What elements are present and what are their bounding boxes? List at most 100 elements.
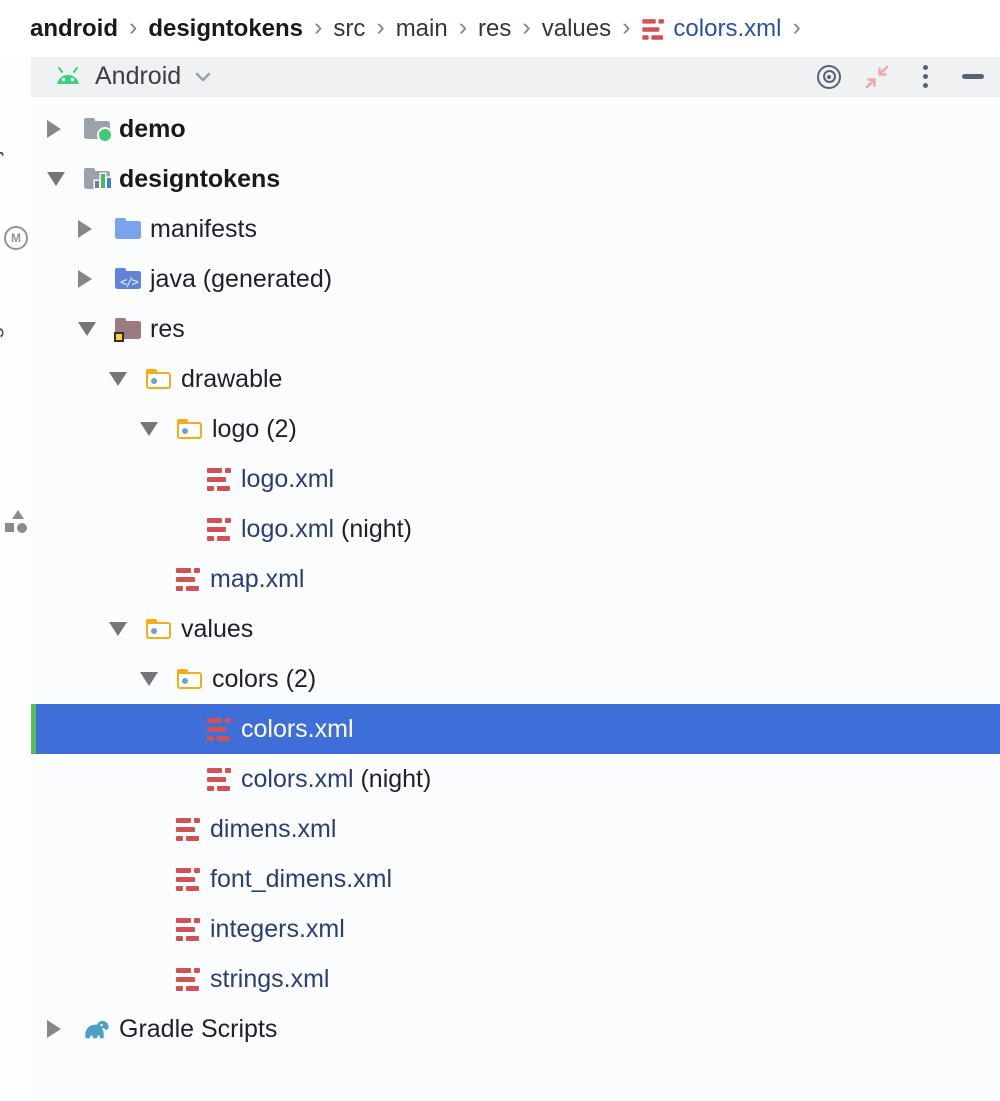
tree-row-label: colors.xml [241,765,354,794]
xml-file-icon [207,767,233,791]
resource-manager-icon[interactable] [5,510,28,533]
xml-file-icon [176,967,202,991]
tree-row[interactable]: colors (2) [31,654,1000,704]
breadcrumb-item[interactable]: src [333,15,365,43]
tree-row[interactable]: values [31,604,1000,654]
collapse-toggle-icon[interactable] [140,422,176,436]
tree-row[interactable]: map.xml [31,554,1000,604]
tree-row-label: manifests [150,215,257,244]
tree-row-label: drawable [181,365,282,394]
tool-stripe-tab-project[interactable]: 1: Project [0,117,5,220]
tree-row[interactable]: demo [31,104,1000,154]
yellow-folder-icon [145,617,173,641]
tree-row[interactable]: logo (2) [31,404,1000,454]
m-circle-icon[interactable]: M [4,226,28,250]
breadcrumb-separator: › [314,13,322,42]
breadcrumb: android › designtokens › src › main › res › values… [0,0,1000,57]
gradle-icon [83,1017,111,1041]
tree-row[interactable]: </>java (generated) [31,254,1000,304]
tree-row-label: demo [119,115,186,144]
breadcrumb-item[interactable]: main [396,15,448,43]
xml-file-icon [176,867,202,891]
tool-window-header-actions [816,64,986,90]
module-folder-icon [83,167,111,191]
tree-row-label: logo.xml [241,515,334,544]
android-logo-icon [53,67,83,86]
collapse-toggle-icon[interactable] [109,372,145,386]
breadcrumb-item-label: designtokens [148,15,303,43]
tree-row-label: Gradle Scripts [119,1015,277,1044]
android-module-folder-icon [83,117,111,141]
xml-file-icon [176,567,202,591]
tree-row[interactable]: manifests [31,204,1000,254]
breadcrumb-item-label: colors.xml [673,15,781,43]
project-tree: demo designtokens manifests </>java (genera… [31,97,1000,1101]
xml-file-icon [176,817,202,841]
tree-row[interactable]: strings.xml [31,954,1000,1004]
xml-file-icon [207,467,233,491]
chevron-down-icon[interactable] [195,72,211,82]
expand-toggle-icon[interactable] [47,120,83,138]
tree-row-selected[interactable]: colors.xml [31,704,1000,754]
expand-toggle-icon[interactable] [47,1020,83,1038]
expand-toggle-icon[interactable] [78,270,114,288]
expand-toggle-icon[interactable] [78,220,114,238]
android-studio-project-panel: android › designtokens › src › main › res › values… [0,0,1000,1101]
more-options-icon[interactable] [912,64,938,90]
collapse-toggle-icon[interactable] [78,322,114,336]
breadcrumb-separator: › [522,13,530,42]
breadcrumb-separator: › [459,13,467,42]
view-selector-label[interactable]: Android [95,62,181,91]
tree-row-label: logo.xml [241,465,334,494]
tree-row-label: colors (2) [212,665,316,694]
square-shape [5,523,14,532]
xml-file-icon [643,18,666,40]
m-circle-letter: M [11,231,21,245]
tree-row-label: values [181,615,253,644]
breadcrumb-item-file[interactable]: colors.xml [641,15,781,43]
tree-row[interactable]: designtokens [31,154,1000,204]
tree-row[interactable]: logo.xml (night) [31,504,1000,554]
tree-row-label: res [150,315,185,344]
breadcrumb-item-label: main [396,15,448,43]
breadcrumb-item-label: android [30,15,118,43]
tree-row[interactable]: logo.xml [31,454,1000,504]
breadcrumb-item-label: values [542,15,611,43]
tool-stripe-tab-resource-manager[interactable]: Resource Manager [0,304,5,507]
breadcrumb-item[interactable]: values [542,15,611,43]
tool-stripe-tab-resource-manager-label: Resource Manager [0,304,4,507]
tool-window-header: Android [31,57,1000,97]
tree-row-label: logo (2) [212,415,297,444]
breadcrumb-separator: › [376,13,384,42]
breadcrumb-item[interactable]: designtokens [148,15,303,43]
collapse-toggle-icon[interactable] [47,172,83,186]
collapse-toggle-icon[interactable] [140,672,176,686]
tree-row[interactable]: font_dimens.xml [31,854,1000,904]
locate-icon[interactable] [816,64,842,90]
tree-row-label: map.xml [210,565,304,594]
tree-row[interactable]: integers.xml [31,904,1000,954]
collapse-icon[interactable] [864,64,890,90]
circle-shape [17,523,27,533]
tree-row[interactable]: colors.xml (night) [31,754,1000,804]
breadcrumb-separator: › [622,13,630,42]
breadcrumb-item[interactable]: res [478,15,511,43]
tree-row-label: dimens.xml [210,815,336,844]
tree-row-label: integers.xml [210,915,345,944]
yellow-folder-icon [176,417,204,441]
tree-row[interactable]: dimens.xml [31,804,1000,854]
tree-row-label: colors.xml [241,715,354,744]
xml-file-icon [207,717,233,741]
tree-row[interactable]: Gradle Scripts [31,1004,1000,1054]
breadcrumb-item-label: res [478,15,511,43]
res-folder-icon [114,317,142,341]
hide-icon[interactable] [960,64,986,90]
tool-stripe-tab-project-label: 1: Project [0,117,4,220]
triangle-shape [12,510,24,519]
tree-row[interactable]: drawable [31,354,1000,404]
tree-row-qualifier: (night) [334,515,412,544]
breadcrumb-item[interactable]: android [30,15,118,43]
tree-row[interactable]: res [31,304,1000,354]
breadcrumb-separator: › [129,13,137,42]
collapse-toggle-icon[interactable] [109,622,145,636]
